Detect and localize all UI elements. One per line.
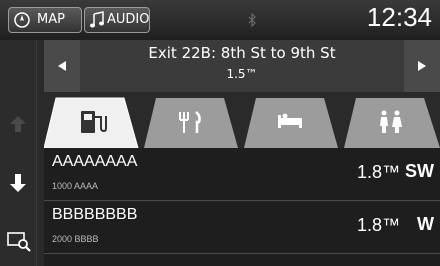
results-list: AAAAAAAA 1000 AAAA 1.8™ SW BBBBBBBB 2000…	[44, 148, 440, 266]
search-list-button[interactable]	[0, 222, 36, 258]
exit-title: Exit 22B: 8th St to 9th St	[148, 44, 336, 62]
place-address: 2000 BBBB	[52, 234, 99, 244]
scroll-up-button[interactable]	[0, 106, 36, 142]
list-item[interactable]: AAAAAAAA 1000 AAAA 1.8™ SW	[44, 148, 440, 201]
place-direction: W	[417, 214, 434, 234]
exit-banner: Exit 22B: 8th St to 9th St 1.5™	[44, 40, 440, 92]
place-direction: SW	[405, 161, 434, 181]
fork-knife-icon	[179, 111, 201, 133]
bluetooth-icon	[247, 12, 257, 28]
tab-restroom[interactable]	[344, 96, 440, 148]
scroll-down-button[interactable]	[0, 164, 36, 200]
chevron-right-icon	[418, 61, 426, 71]
compass-icon	[14, 12, 30, 28]
bed-icon	[278, 113, 302, 128]
map-button-label: MAP	[37, 12, 65, 27]
category-tabs	[44, 96, 440, 148]
place-name: AAAAAAAA	[52, 153, 138, 170]
top-bar: MAP AUDIO 12:34	[0, 0, 440, 40]
place-distance: 1.8™	[356, 215, 400, 235]
clock: 12:34	[366, 2, 432, 32]
tab-gas[interactable]	[44, 96, 144, 148]
place-name: BBBBBBBB	[52, 206, 138, 223]
list-search-icon	[7, 232, 31, 252]
next-exit-button[interactable]	[404, 40, 440, 92]
arrow-down-icon	[10, 174, 26, 192]
place-distance: 1.8™	[356, 162, 400, 182]
music-note-icon	[90, 11, 104, 28]
restroom-icon	[380, 110, 402, 133]
tab-lodging[interactable]	[244, 96, 344, 148]
arrow-up-icon	[10, 116, 26, 132]
prev-exit-button[interactable]	[44, 40, 80, 92]
audio-button-label: AUDIO	[107, 12, 150, 27]
nav-screen: MAP AUDIO 12:34 Exit 22B: 8th St to 9th …	[0, 0, 440, 266]
left-rail	[0, 40, 37, 266]
tab-food[interactable]	[144, 96, 244, 148]
place-address: 1000 AAAA	[52, 181, 99, 191]
map-button[interactable]: MAP	[8, 7, 82, 33]
audio-button[interactable]: AUDIO	[84, 7, 150, 33]
chevron-left-icon	[58, 61, 66, 71]
list-item[interactable]: BBBBBBBB 2000 BBBB 1.8™ W	[44, 201, 440, 254]
exit-distance: 1.5™	[226, 67, 258, 81]
gas-station-icon	[81, 111, 107, 133]
